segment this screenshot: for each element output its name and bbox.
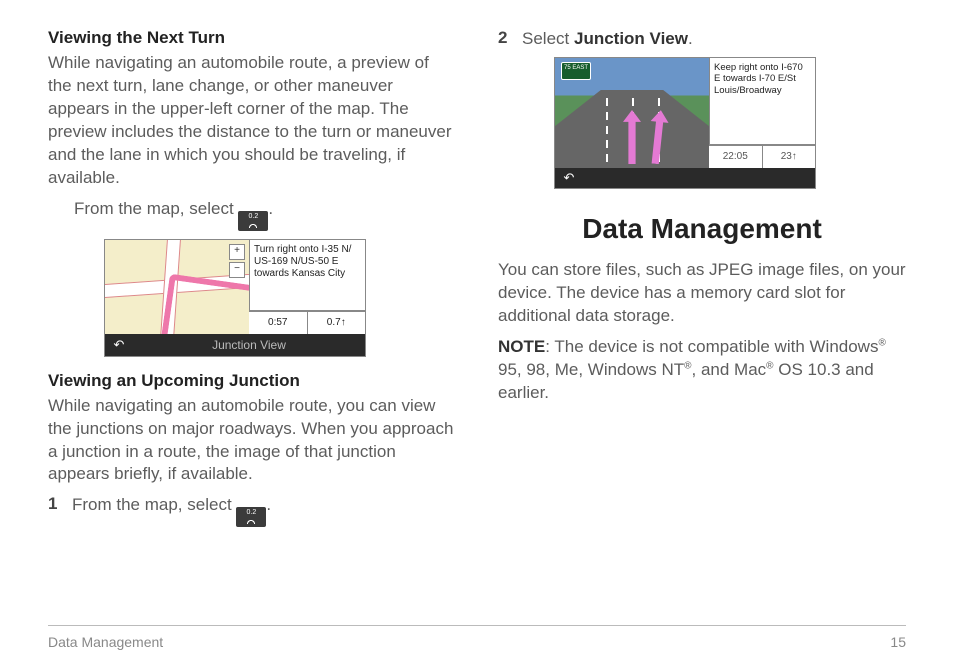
registered-icon: ® bbox=[878, 337, 885, 348]
footer-page-number: 15 bbox=[890, 634, 906, 650]
back-icon[interactable]: ↶ bbox=[555, 167, 583, 189]
text: , and Mac bbox=[692, 360, 767, 379]
eta-time: 22:05 bbox=[709, 146, 762, 168]
junction-scene: 75 EAST bbox=[555, 58, 709, 168]
junction-view-bold: Junction View bbox=[574, 29, 688, 48]
direction-box: Turn right onto I-35 N/ US-169 N/US-50 E… bbox=[249, 240, 365, 311]
heading-upcoming-junction: Viewing an Upcoming Junction bbox=[48, 371, 456, 391]
time-distance-box: 0:57 0.7↑ bbox=[249, 311, 365, 334]
heading-next-turn: Viewing the Next Turn bbox=[48, 28, 456, 48]
highway-sign: 75 EAST bbox=[561, 62, 591, 80]
step-2: 2 Select Junction View. bbox=[498, 28, 906, 51]
instruction-select-map-icon: From the map, select 0.2. bbox=[74, 198, 456, 231]
text: From the map, select bbox=[74, 199, 238, 218]
note-compatibility: NOTE: The device is not compatible with … bbox=[498, 336, 906, 405]
page-footer: Data Management 15 bbox=[48, 634, 906, 650]
paragraph-next-turn: While navigating an automobile route, a … bbox=[48, 52, 456, 190]
eta-distance: 23↑ bbox=[762, 146, 816, 168]
zoom-out-button[interactable]: − bbox=[229, 262, 245, 278]
footer-rule bbox=[48, 625, 906, 626]
step-number: 2 bbox=[498, 28, 512, 51]
paragraph-upcoming-junction: While navigating an automobile route, yo… bbox=[48, 395, 456, 487]
step-1: 1 From the map, select 0.2. bbox=[48, 494, 456, 527]
right-column: 2 Select Junction View. 75 EAST bbox=[498, 28, 906, 533]
eta-distance: 0.7↑ bbox=[307, 312, 366, 334]
note-label: NOTE bbox=[498, 337, 545, 356]
text: . bbox=[266, 495, 271, 514]
text: From the map, select bbox=[72, 495, 236, 514]
figure-junction-view: 75 EAST Keep right onto I-670 E towards … bbox=[554, 57, 816, 189]
paragraph-data-management: You can store files, such as JPEG image … bbox=[498, 259, 906, 328]
zoom-in-button[interactable]: + bbox=[229, 244, 245, 260]
registered-icon: ® bbox=[684, 360, 691, 371]
map-preview-icon: 0.2 bbox=[238, 211, 268, 231]
registered-icon: ® bbox=[766, 360, 773, 371]
back-icon[interactable]: ↶ bbox=[105, 334, 133, 356]
text: : The device is not compatible with Wind… bbox=[545, 337, 878, 356]
time-distance-box: 22:05 23↑ bbox=[709, 145, 815, 168]
heading-data-management: Data Management bbox=[498, 213, 906, 245]
direction-box: Keep right onto I-670 E towards I-70 E/S… bbox=[709, 58, 815, 145]
text: . bbox=[268, 199, 273, 218]
step-number: 1 bbox=[48, 494, 62, 527]
figure-map-preview: + − Turn right onto I-35 N/ US-169 N/US-… bbox=[104, 239, 366, 357]
map-canvas: + − bbox=[105, 240, 249, 334]
map-preview-icon: 0.2 bbox=[236, 507, 266, 527]
junction-view-label: Junction View bbox=[133, 338, 365, 352]
text: Select bbox=[522, 29, 574, 48]
footer-section: Data Management bbox=[48, 634, 163, 650]
eta-time: 0:57 bbox=[249, 312, 307, 334]
text: . bbox=[688, 29, 693, 48]
text: 95, 98, Me, Windows NT bbox=[498, 360, 684, 379]
left-column: Viewing the Next Turn While navigating a… bbox=[48, 28, 456, 533]
